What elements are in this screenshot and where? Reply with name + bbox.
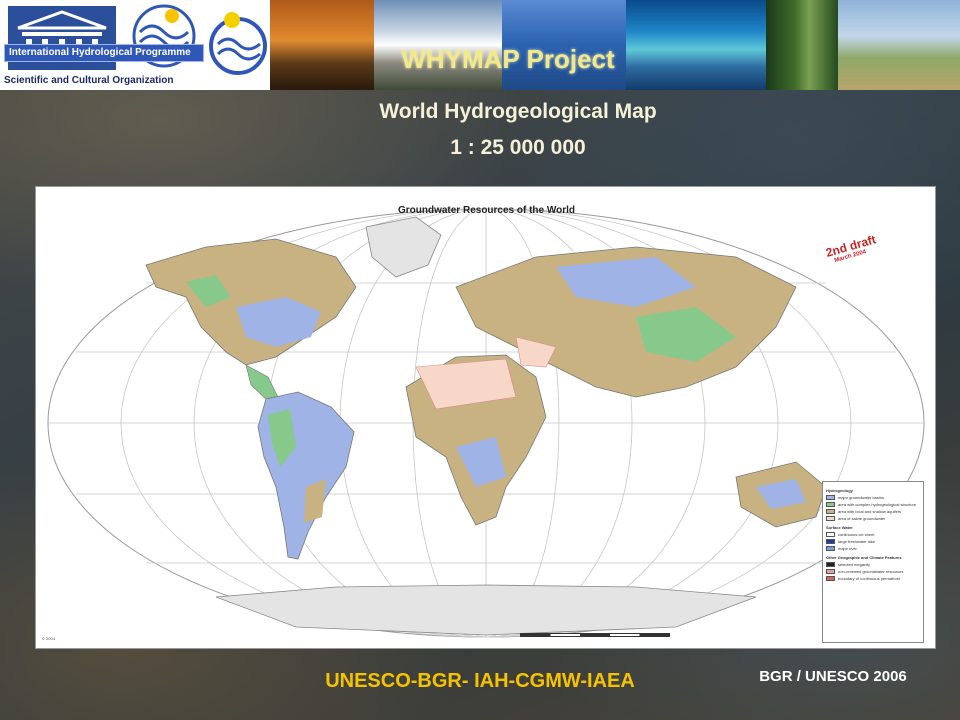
- world-map-panel: Groundwater Resources of the World 2nd d…: [35, 186, 936, 649]
- legend-item: boundary of continuous permafrost: [826, 575, 920, 582]
- legend-label: boundary of continuous permafrost: [838, 576, 900, 581]
- legend-item: major river: [826, 545, 920, 552]
- legend-item: non-renewed groundwater resources: [826, 568, 920, 575]
- legend-label: area with complex hydrogeological struct…: [838, 502, 917, 507]
- legend-label: large freshwater lake: [838, 539, 876, 544]
- map-subtitle: World Hydrogeological Map: [379, 100, 657, 123]
- legend-heading-hydrogeology: Hydrogeology: [826, 488, 853, 493]
- legend-label: major groundwater basins: [838, 495, 885, 500]
- landscape-photo-sunset: [270, 0, 374, 90]
- map-title: Groundwater Resources of the World: [397, 205, 576, 216]
- legend-label: continuous ice sheet: [838, 532, 875, 537]
- legend-label: area with local and shallow aquifers: [838, 509, 902, 514]
- ihp-logo: [122, 2, 206, 74]
- project-title: WHYMAP Project: [401, 44, 615, 74]
- ihp-label-strip: International Hydrological Programme: [4, 44, 204, 62]
- map-scale-bar: [520, 633, 670, 637]
- legend-label: major river: [838, 546, 857, 551]
- map-copyright: © 2004: [42, 636, 55, 641]
- legend-swatch: [826, 562, 835, 567]
- legend-label: selected megacity: [838, 562, 871, 567]
- partners-footer: UNESCO-BGR- IAH-CGMW-IAEA: [325, 670, 635, 692]
- iah-logo: [208, 0, 270, 90]
- legend-item: major groundwater basins: [826, 494, 920, 501]
- legend-swatch: [826, 509, 835, 514]
- legend-swatch: [826, 502, 835, 507]
- legend-item: large freshwater lake: [826, 538, 920, 545]
- legend-swatch: [826, 546, 835, 551]
- landscape-photo-coast: [626, 0, 766, 90]
- credit-footer: BGR / UNESCO 2006: [759, 668, 907, 685]
- ihp-label: International Hydrological Programme: [9, 47, 191, 58]
- legend-label: non-renewed groundwater resources: [838, 569, 904, 574]
- legend-swatch: [826, 576, 835, 581]
- legend-item: area with complex hydrogeological struct…: [826, 501, 920, 508]
- legend-heading-surface-water: Surface Water: [826, 525, 853, 530]
- world-map-graphic: [47, 208, 925, 638]
- legend-item: selected megacity: [826, 561, 920, 568]
- legend-swatch: [826, 516, 835, 521]
- legend-swatch: [826, 539, 835, 544]
- legend-swatch: [826, 495, 835, 500]
- legend-heading-other: Other Geographic and Climate Features: [826, 555, 902, 560]
- logo-panel: International Hydrological Programme Sci…: [0, 0, 208, 90]
- header-banner: International Hydrological Programme Sci…: [0, 0, 960, 90]
- legend-swatch: [826, 532, 835, 537]
- legend-swatch: [826, 569, 835, 574]
- legend-label: area of saline groundwater: [838, 516, 886, 521]
- legend-item: area of saline groundwater: [826, 515, 920, 522]
- organization-text: Scientific and Cultural Organization: [4, 75, 174, 86]
- map-legend: Hydrogeology major groundwater basins ar…: [822, 481, 924, 643]
- landscape-photo-savanna: [838, 0, 960, 90]
- landscape-photo-forest: [766, 0, 838, 90]
- legend-item: continuous ice sheet: [826, 531, 920, 538]
- legend-item: area with local and shallow aquifers: [826, 508, 920, 515]
- map-scale: 1 : 25 000 000: [450, 136, 586, 159]
